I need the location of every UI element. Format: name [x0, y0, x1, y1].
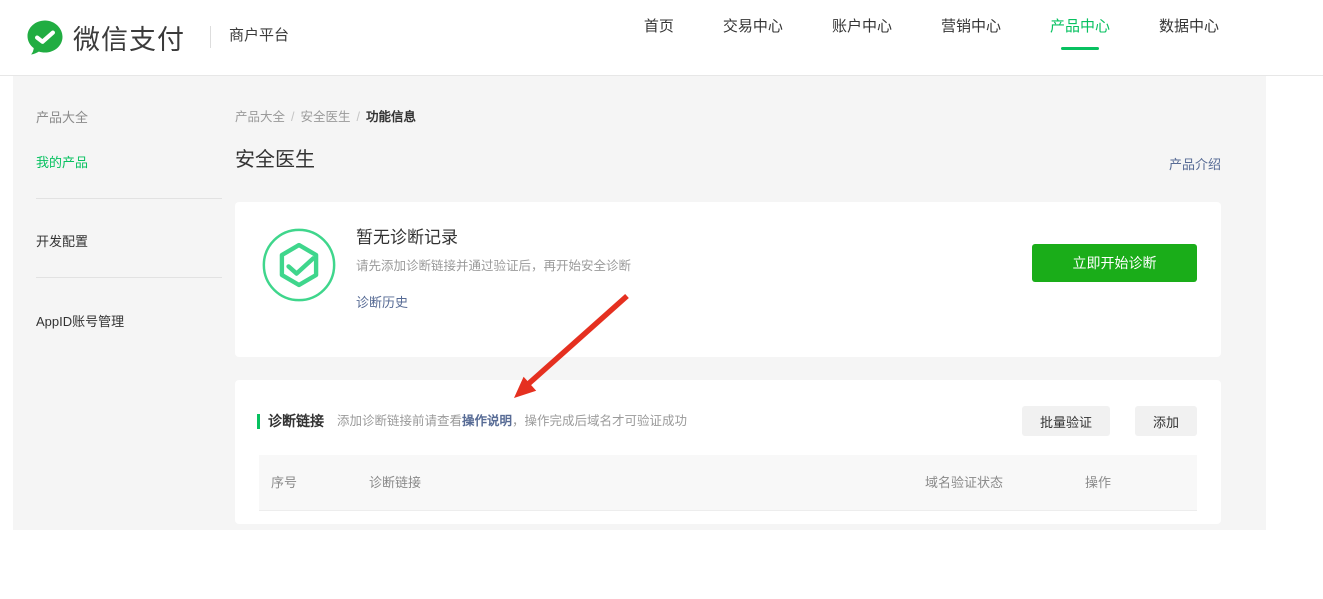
nav-item-transaction-center[interactable]: 交易中心 — [723, 0, 783, 53]
wechat-pay-logo[interactable]: 微信支付 — [25, 0, 185, 75]
breadcrumb-function-info: 功能信息 — [366, 110, 416, 124]
column-serial-number: 序号 — [271, 455, 297, 510]
breadcrumb: 产品大全 / 安全医生 / 功能信息 — [235, 106, 416, 125]
start-diagnosis-button[interactable]: 立即开始诊断 — [1032, 244, 1197, 282]
empty-diagnosis-subtitle: 请先添加诊断链接并通过验证后，再开始安全诊断 — [356, 255, 631, 274]
add-link-button[interactable]: 添加 — [1135, 406, 1197, 436]
breadcrumb-separator: / — [291, 110, 294, 124]
hint-prefix: 添加诊断链接前请查看 — [337, 414, 462, 428]
hint-suffix: ，操作完成后域名才可验证成功 — [512, 414, 687, 428]
wechat-pay-bubble-check-icon — [25, 18, 65, 58]
section-header: 诊断链接 添加诊断链接前请查看操作说明，操作完成后域名才可验证成功 批量验证 添… — [235, 406, 1221, 436]
sidebar-divider — [36, 277, 222, 278]
sidebar: 产品大全 我的产品 开发配置 AppID账号管理 — [13, 76, 235, 530]
nav-item-product-center[interactable]: 产品中心 — [1050, 0, 1110, 53]
batch-verify-button[interactable]: 批量验证 — [1022, 406, 1110, 436]
diagnosis-links-card: 诊断链接 添加诊断链接前请查看操作说明，操作完成后域名才可验证成功 批量验证 添… — [235, 380, 1221, 524]
nav-item-account-center[interactable]: 账户中心 — [832, 0, 892, 53]
page-title: 安全医生 — [235, 143, 315, 172]
section-title: 诊断链接 — [268, 406, 324, 436]
nav-label: 产品中心 — [1050, 18, 1110, 35]
sidebar-item-my-products[interactable]: 我的产品 — [36, 152, 88, 171]
product-intro-link[interactable]: 产品介绍 — [1169, 154, 1221, 173]
diagnosis-status-card: 暂无诊断记录 请先添加诊断链接并通过验证后，再开始安全诊断 诊断历史 立即开始诊… — [235, 202, 1221, 357]
breadcrumb-security-doctor[interactable]: 安全医生 — [301, 110, 351, 124]
breadcrumb-separator: / — [357, 110, 360, 124]
sidebar-item-appid-account-management[interactable]: AppID账号管理 — [36, 311, 124, 330]
operation-instructions-link[interactable]: 操作说明 — [462, 414, 512, 428]
column-diagnosis-link: 诊断链接 — [369, 455, 421, 510]
top-navigation: 首页 交易中心 账户中心 营销中心 产品中心 数据中心 — [595, 0, 1219, 53]
active-nav-underline — [1061, 47, 1099, 50]
nav-item-marketing-center[interactable]: 营销中心 — [941, 0, 1001, 53]
sidebar-item-dev-config[interactable]: 开发配置 — [36, 231, 88, 250]
column-actions: 操作 — [1085, 455, 1111, 510]
portal-label: 商户平台 — [229, 24, 289, 45]
top-header: 微信支付 商户平台 首页 交易中心 账户中心 营销中心 产品中心 数据中心 — [0, 0, 1323, 76]
diagnosis-history-link[interactable]: 诊断历史 — [356, 292, 408, 311]
column-domain-verify-status: 域名验证状态 — [925, 455, 1003, 510]
links-table-header: 序号 诊断链接 域名验证状态 操作 — [259, 455, 1197, 511]
header-divider — [210, 26, 211, 48]
nav-item-data-center[interactable]: 数据中心 — [1159, 0, 1219, 53]
breadcrumb-all-products[interactable]: 产品大全 — [235, 110, 285, 124]
section-hint: 添加诊断链接前请查看操作说明，操作完成后域名才可验证成功 — [337, 406, 687, 436]
logo-text: 微信支付 — [73, 18, 185, 57]
merchant-platform-page: 微信支付 商户平台 首页 交易中心 账户中心 营销中心 产品中心 数据中心 产品… — [0, 0, 1323, 599]
sidebar-divider — [36, 198, 222, 199]
section-accent-bar — [257, 414, 260, 429]
sidebar-item-all-products[interactable]: 产品大全 — [36, 107, 88, 126]
empty-diagnosis-title: 暂无诊断记录 — [356, 223, 458, 248]
nav-item-home[interactable]: 首页 — [644, 0, 674, 53]
security-shield-check-icon — [261, 227, 337, 303]
